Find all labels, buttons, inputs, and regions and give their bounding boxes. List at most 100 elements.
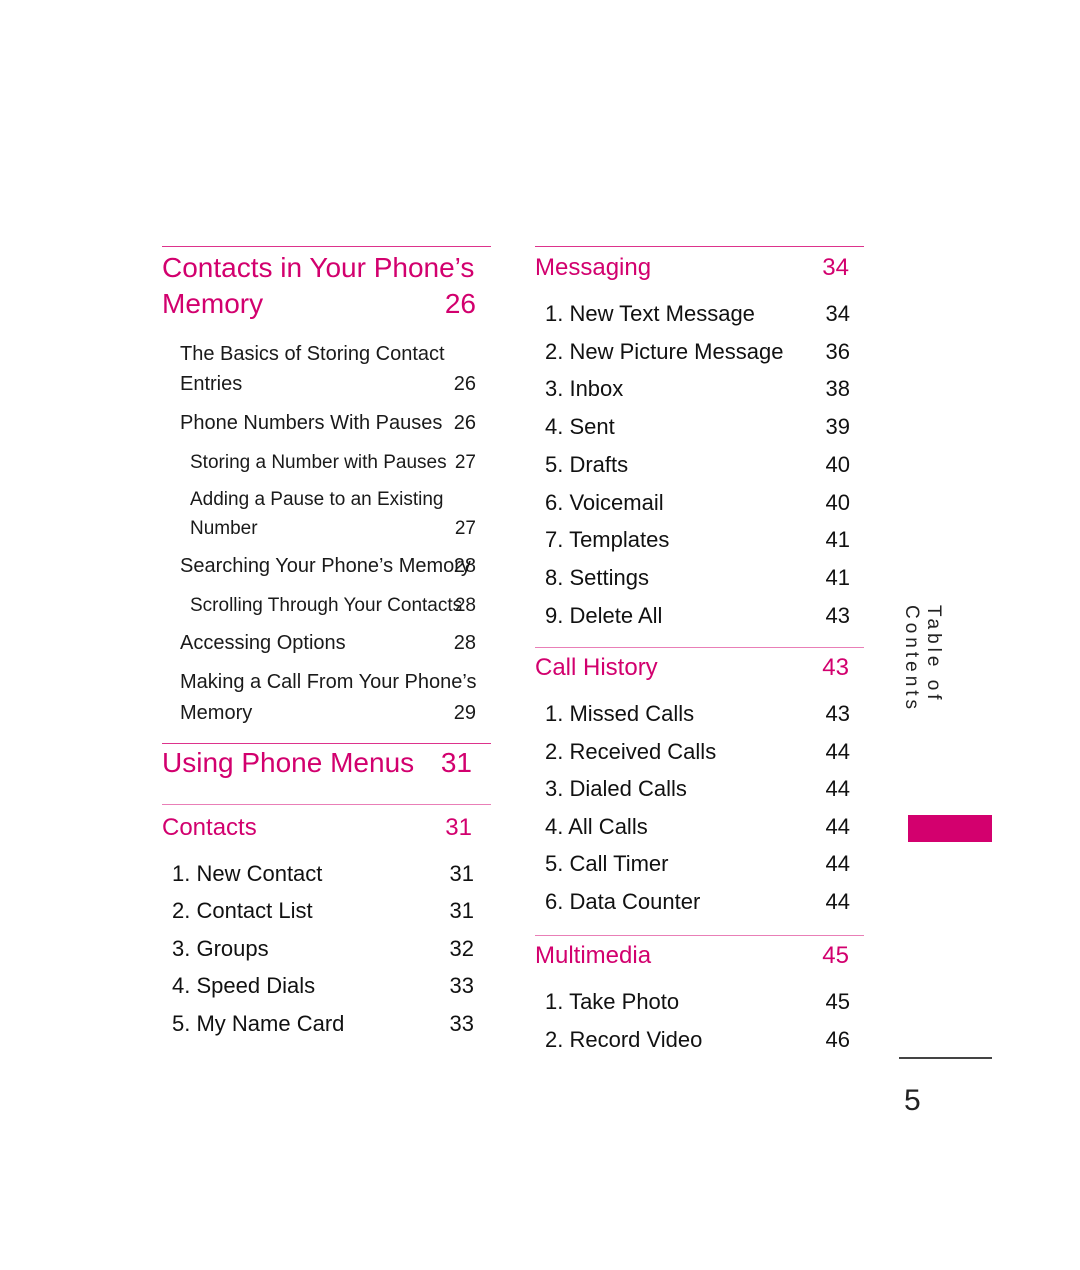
entry-text: Memory: [180, 702, 253, 724]
heading-page: 43: [822, 654, 849, 681]
item-label: 2. New Picture Message: [545, 338, 784, 364]
entry-page: 26: [453, 412, 476, 434]
item-page: 33: [449, 1011, 474, 1036]
footer-rule: [899, 1057, 992, 1059]
item-page: 40: [825, 489, 850, 515]
menu-item[interactable]: 6. Voicemail 40: [545, 490, 850, 518]
item-page: 40: [825, 451, 850, 477]
item-label: 6. Voicemail: [545, 489, 664, 515]
menu-item[interactable]: 3. Inbox 38: [545, 376, 850, 404]
item-label: 5. My Name Card: [172, 1011, 345, 1036]
item-page: 44: [825, 851, 850, 877]
entry-page: 26: [453, 373, 476, 395]
menu-item[interactable]: 8. Settings 41: [545, 565, 850, 593]
entry-text: Phone Numbers With Pauses: [180, 412, 443, 434]
menu-item[interactable]: 6. Data Counter 44: [545, 889, 850, 917]
entry-text: Accessing Options: [180, 632, 346, 654]
page-number: 5: [904, 1084, 921, 1117]
heading-text: Using Phone Menus: [162, 747, 415, 778]
section-heading-multimedia[interactable]: Multimedia 45: [535, 942, 849, 974]
item-page: 44: [825, 738, 850, 764]
item-page: 41: [825, 527, 850, 553]
toc-entry[interactable]: Accessing Options 28: [180, 632, 476, 660]
entry-text: Scrolling Through Your Contacts: [190, 595, 463, 616]
entry-page: 28: [454, 595, 476, 616]
heading-page: 26: [444, 288, 476, 319]
menu-item[interactable]: 2. Contact List 31: [172, 898, 474, 926]
item-label: 4. Sent: [545, 414, 615, 440]
entry-text: Storing a Number with Pauses: [190, 452, 447, 473]
entry-text: Adding a Pause to an Existing: [190, 489, 444, 510]
toc-entry[interactable]: Phone Numbers With Pauses 26: [180, 412, 476, 440]
menu-item[interactable]: 4. Sent 39: [545, 414, 850, 442]
toc-entry[interactable]: Making a Call From Your Phone’s Memory 2…: [180, 671, 476, 731]
item-page: 34: [825, 301, 850, 326]
menu-item[interactable]: 4. Speed Dials 33: [172, 973, 474, 1001]
menu-item[interactable]: 4. All Calls 44: [545, 814, 850, 842]
section-rule: [162, 246, 491, 247]
menu-item[interactable]: 7. Templates 41: [545, 527, 850, 555]
section-rule: [535, 935, 864, 936]
section-heading-contacts[interactable]: Contacts 31: [162, 814, 482, 846]
menu-item[interactable]: 1. Missed Calls 43: [545, 701, 850, 729]
toc-subentry[interactable]: Adding a Pause to an Existing Number 27: [190, 489, 476, 547]
section-heading-contacts-memory[interactable]: Contacts in Your Phone’s Memory 26: [162, 252, 482, 332]
entry-text: The Basics of Storing Contact: [180, 343, 445, 365]
menu-item[interactable]: 1. New Text Message 34: [545, 301, 850, 329]
toc-entry[interactable]: Searching Your Phone’s Memory 28: [180, 555, 476, 583]
item-label: 5. Call Timer: [545, 851, 669, 877]
entry-page: 29: [453, 702, 476, 724]
item-label: 1. Take Photo: [545, 989, 680, 1014]
section-heading-messaging[interactable]: Messaging 34: [535, 254, 849, 286]
item-page: 41: [825, 564, 850, 590]
menu-item[interactable]: 1. New Contact 31: [172, 861, 474, 889]
item-page: 31: [449, 861, 474, 886]
toc-entry[interactable]: The Basics of Storing Contact Entries 26: [180, 343, 476, 403]
item-label: 3. Groups: [172, 936, 269, 961]
item-page: 32: [449, 936, 474, 961]
item-page: 44: [825, 889, 850, 914]
item-label: 7. Templates: [545, 527, 670, 553]
item-label: 1. New Contact: [172, 861, 323, 886]
item-label: 5. Drafts: [545, 451, 629, 477]
entry-page: 27: [454, 518, 476, 539]
toc-subentry[interactable]: Storing a Number with Pauses 27: [190, 452, 476, 480]
section-heading-using-phone-menus[interactable]: Using Phone Menus 31: [162, 747, 482, 787]
heading-page: 31: [445, 814, 472, 841]
item-label: 3. Inbox: [545, 376, 624, 402]
item-label: 8. Settings: [545, 564, 649, 590]
menu-item[interactable]: 2. New Picture Message 36: [545, 339, 850, 367]
item-page: 36: [825, 338, 850, 364]
entry-text: Number: [190, 518, 258, 539]
section-heading-call-history[interactable]: Call History 43: [535, 654, 849, 686]
menu-item[interactable]: 5. Call Timer 44: [545, 851, 850, 879]
heading-line-1: Contacts in Your Phone’s: [162, 252, 475, 283]
item-label: 1. Missed Calls: [545, 701, 695, 726]
item-label: 4. Speed Dials: [172, 973, 316, 998]
entry-page: 27: [454, 452, 476, 473]
entry-text: Searching Your Phone’s Memory: [180, 555, 471, 577]
menu-item[interactable]: 2. Received Calls 44: [545, 739, 850, 767]
item-label: 4. All Calls: [545, 813, 648, 839]
side-tab-marker: [908, 815, 992, 842]
menu-item[interactable]: 9. Delete All 43: [545, 603, 850, 631]
heading-page: 45: [822, 942, 849, 969]
item-page: 43: [825, 701, 850, 726]
menu-item[interactable]: 5. My Name Card 33: [172, 1011, 474, 1039]
heading-line-2: Memory: [162, 288, 264, 319]
toc-subentry[interactable]: Scrolling Through Your Contacts 28: [190, 595, 476, 623]
menu-item[interactable]: 2. Record Video 46: [545, 1027, 850, 1055]
menu-item[interactable]: 5. Drafts 40: [545, 452, 850, 480]
menu-item[interactable]: 3. Groups 32: [172, 936, 474, 964]
section-rule: [162, 743, 491, 744]
heading-page: 34: [822, 254, 849, 281]
side-tab-label: Table of Contents: [901, 605, 944, 714]
heading-page: 31: [440, 747, 472, 778]
menu-item[interactable]: 1. Take Photo 45: [545, 989, 850, 1017]
item-label: 2. Contact List: [172, 898, 313, 923]
item-page: 44: [825, 813, 850, 839]
menu-item[interactable]: 3. Dialed Calls 44: [545, 776, 850, 804]
item-page: 44: [825, 776, 850, 802]
item-page: 38: [825, 376, 850, 402]
entry-text: Making a Call From Your Phone’s: [180, 671, 477, 693]
